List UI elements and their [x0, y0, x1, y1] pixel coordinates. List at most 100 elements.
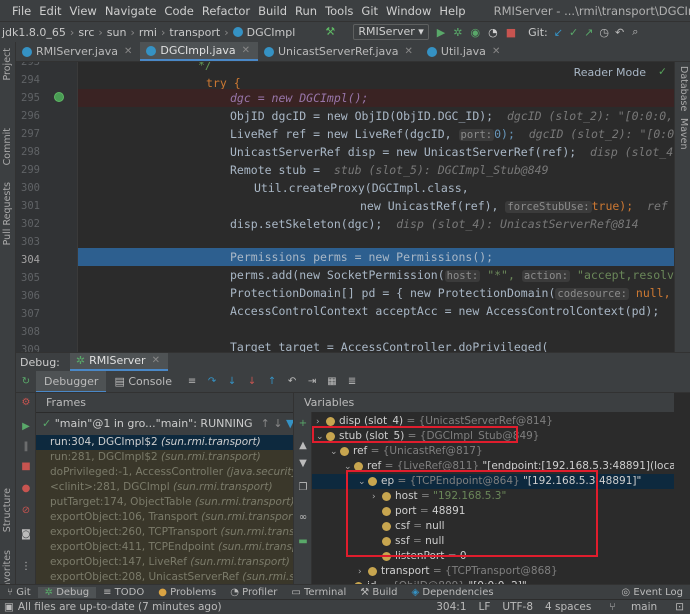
debug-icon[interactable]: ✲: [453, 26, 462, 39]
step-into-icon[interactable]: ↓: [226, 376, 238, 388]
menu-tools[interactable]: Tools: [321, 4, 357, 18]
close-icon[interactable]: ✕: [242, 42, 250, 60]
tab-dgcimpl[interactable]: DGCImpl.java ✕: [140, 42, 258, 61]
line-separator[interactable]: LF: [473, 601, 497, 613]
tool-profiler[interactable]: ◔ Profiler: [223, 587, 284, 598]
git-update-icon[interactable]: ↙: [554, 26, 563, 39]
code-editor[interactable]: Reader Mode ✓ 293 */ 294 try { 295 dgc =…: [16, 62, 674, 352]
menu-window[interactable]: Window: [382, 4, 435, 18]
menu-file[interactable]: File: [8, 4, 35, 18]
pull-requests-tool-button[interactable]: Pull Requests: [2, 182, 13, 245]
hammer-icon[interactable]: ⚒: [325, 26, 337, 37]
structure-tool-button[interactable]: Structure: [2, 488, 13, 532]
git-branch[interactable]: ⑂ main: [597, 601, 669, 613]
tab-console[interactable]: ▤ Console: [106, 371, 180, 392]
copy-icon[interactable]: ❐: [297, 482, 309, 494]
caret-position[interactable]: 304:1: [430, 601, 472, 613]
breadcrumb-src[interactable]: src: [76, 26, 96, 39]
file-encoding[interactable]: UTF-8: [496, 601, 539, 613]
drop-frame-icon[interactable]: ↶: [286, 376, 298, 388]
breadcrumb-sun[interactable]: sun: [105, 26, 129, 39]
close-icon[interactable]: ✕: [405, 42, 413, 61]
tab-util[interactable]: Util.java ✕: [421, 42, 508, 61]
settings-gear-icon[interactable]: ⚙: [20, 397, 32, 409]
stack-frame[interactable]: exportObject:411, TCPEndpoint (sun.rmi.t…: [36, 540, 293, 555]
up-arrow-icon[interactable]: ▲: [297, 440, 309, 452]
menu-git[interactable]: Git: [357, 4, 382, 18]
variable-row[interactable]: › transport = {TCPTransport@868}: [358, 564, 558, 579]
show-execution-point-icon[interactable]: ≡: [186, 376, 198, 388]
pause-icon[interactable]: ‖: [20, 441, 32, 453]
tool-event-log[interactable]: ◎ Event Log: [614, 587, 690, 598]
memory-icon[interactable]: ▬: [297, 536, 309, 548]
close-icon[interactable]: ✕: [152, 352, 160, 370]
menu-run[interactable]: Run: [291, 4, 321, 18]
tool-dependencies[interactable]: ◈ Dependencies: [405, 587, 501, 598]
profile-icon[interactable]: ◔: [488, 26, 498, 39]
filter-icon[interactable]: ▼: [286, 417, 293, 430]
force-step-into-icon[interactable]: ↓: [246, 376, 258, 388]
run-icon[interactable]: ▶: [437, 26, 445, 39]
breadcrumb-class[interactable]: DGCImpl: [245, 26, 298, 39]
breadcrumb-rmi[interactable]: rmi: [137, 26, 159, 39]
down-arrow-icon[interactable]: ▼: [297, 458, 309, 470]
menu-edit[interactable]: Edit: [35, 4, 65, 18]
tab-unicastserverref[interactable]: UnicastServerRef.java ✕: [258, 42, 421, 61]
thread-selector[interactable]: ✓ "main"@1 in gro..."main": RUNNING ↑ ↓ ▼…: [36, 413, 293, 435]
stack-frame[interactable]: putTarget:174, ObjectTable (sun.rmi.tran…: [36, 495, 293, 510]
up-icon[interactable]: ↑: [261, 417, 270, 430]
close-icon[interactable]: ✕: [124, 42, 132, 61]
expand-icon[interactable]: ›: [358, 565, 368, 580]
lock-icon[interactable]: ⊡: [669, 601, 690, 613]
indent-setting[interactable]: 4 spaces: [539, 601, 597, 613]
stack-frame[interactable]: doPrivileged:-1, AccessController (java.…: [36, 465, 293, 480]
menu-view[interactable]: View: [66, 4, 101, 18]
glasses-icon[interactable]: ∞: [297, 512, 309, 524]
run-config-selector[interactable]: RMIServer ▾: [353, 24, 429, 40]
breadcrumb-transport[interactable]: transport: [167, 26, 222, 39]
mute-breakpoints-icon[interactable]: ⊘: [20, 505, 32, 517]
stop-icon[interactable]: ■: [506, 26, 516, 39]
menu-help[interactable]: Help: [435, 4, 469, 18]
evaluate-expression-icon[interactable]: ▦: [326, 376, 338, 388]
breakpoint-check-icon[interactable]: [54, 92, 64, 102]
tool-todo[interactable]: ≡ TODO: [96, 587, 151, 598]
add-watch-icon[interactable]: +: [297, 418, 309, 430]
git-commit-icon[interactable]: ✓: [569, 26, 578, 39]
history-icon[interactable]: ◷: [599, 26, 609, 39]
resume-icon[interactable]: ▶: [20, 421, 32, 433]
tool-problems[interactable]: ● Problems: [151, 587, 223, 598]
database-tool-button[interactable]: Database: [678, 66, 689, 111]
step-over-icon[interactable]: ↷: [206, 376, 218, 388]
menu-refactor[interactable]: Refactor: [198, 4, 254, 18]
menu-code[interactable]: Code: [160, 4, 197, 18]
tool-build[interactable]: ⚒ Build: [353, 587, 404, 598]
stack-frame[interactable]: <clinit>:281, DGCImpl (sun.rmi.transport…: [36, 480, 293, 495]
camera-icon[interactable]: ◙: [20, 529, 32, 541]
maven-tool-button[interactable]: Maven: [678, 118, 689, 150]
tool-debug[interactable]: ✲ Debug: [37, 586, 97, 598]
git-push-icon[interactable]: ↗: [584, 26, 593, 39]
tab-rmiserver[interactable]: RMIServer.java ✕: [16, 42, 140, 61]
menu-navigate[interactable]: Navigate: [101, 4, 161, 18]
variable-row[interactable]: ⌄ ref = {UnicastRef@817}: [330, 444, 483, 459]
expand-icon[interactable]: ⌄: [330, 445, 340, 460]
run-to-cursor-icon[interactable]: ⇥: [306, 376, 318, 388]
step-out-icon[interactable]: ↑: [266, 376, 278, 388]
rerun-icon[interactable]: ↻: [20, 376, 32, 388]
close-icon[interactable]: ✕: [492, 42, 500, 61]
coverage-icon[interactable]: ◉: [470, 26, 480, 39]
stop-icon[interactable]: ■: [20, 461, 32, 473]
commit-tool-button[interactable]: Commit: [2, 128, 13, 165]
tool-terminal[interactable]: ▭ Terminal: [284, 587, 353, 598]
search-icon[interactable]: ⌕: [632, 25, 638, 39]
stack-frame[interactable]: exportObject:260, TCPTransport (sun.rmi.…: [36, 525, 293, 540]
rollback-icon[interactable]: ↶: [615, 26, 624, 39]
trace-icon[interactable]: ≣: [346, 376, 358, 388]
more-icon[interactable]: ⋮: [20, 561, 32, 573]
down-icon[interactable]: ↓: [273, 417, 282, 430]
stack-frame[interactable]: run:304, DGCImpl$2 (sun.rmi.transport): [36, 435, 293, 450]
debug-session-tab[interactable]: ✲ RMIServer ✕: [69, 352, 168, 371]
menu-build[interactable]: Build: [254, 4, 291, 18]
tab-debugger[interactable]: Debugger: [36, 371, 107, 392]
